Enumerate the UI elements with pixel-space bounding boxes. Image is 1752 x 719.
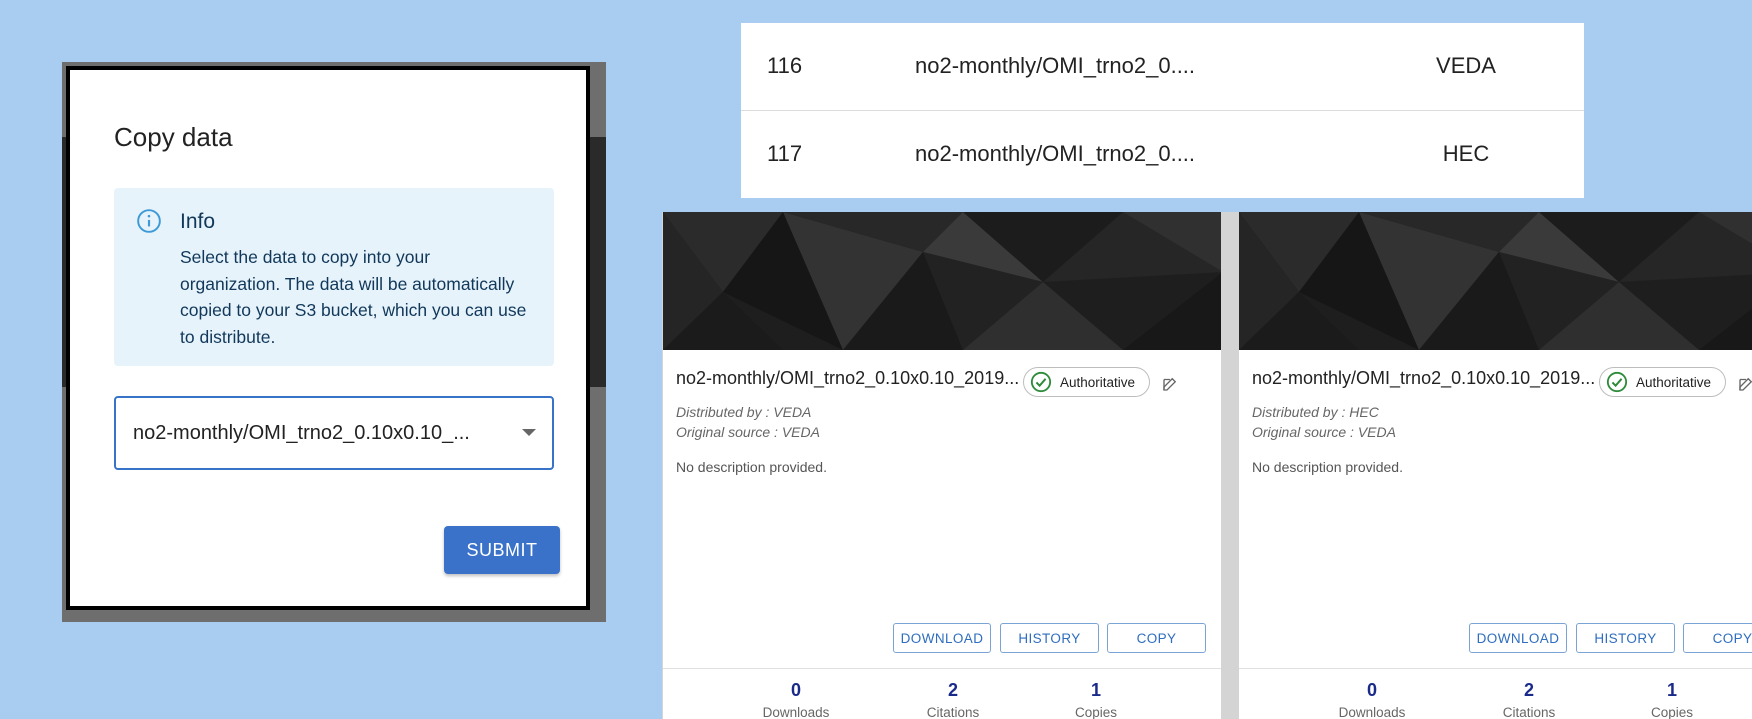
distributed-by: Distributed by : VEDA <box>676 404 812 420</box>
copy-data-dialog: Copy data Info Select the data to copy i… <box>66 66 590 610</box>
copies-label: Copies <box>1650 705 1694 719</box>
row-distributor: HEC <box>1442 141 1490 166</box>
copy-button[interactable]: COPY <box>1107 623 1206 653</box>
submit-button[interactable]: SUBMIT <box>444 526 560 574</box>
modal-backdrop: Copy data Info Select the data to copy i… <box>62 62 606 622</box>
row-dataset-name: no2-monthly/OMI_trno2_0.... <box>915 141 1196 166</box>
downloads-count: 0 <box>1366 680 1377 700</box>
citations-label: Citations <box>926 705 980 719</box>
distributed-by: Distributed by : HEC <box>1252 404 1379 420</box>
download-button[interactable]: DOWNLOAD <box>1469 623 1567 653</box>
citations-count: 2 <box>947 680 958 700</box>
row-distributor: VEDA <box>1436 53 1496 78</box>
card-divider <box>1239 668 1752 669</box>
check-circle-icon <box>1030 371 1052 393</box>
card-title[interactable]: no2-monthly/OMI_trno2_0.10x0.10_2019... <box>676 368 1019 389</box>
info-title: Info <box>180 210 216 233</box>
downloads-count: 0 <box>790 680 801 700</box>
card-banner-image <box>1239 212 1752 350</box>
downloads-label: Downloads <box>762 705 830 719</box>
badge-label: Authoritative <box>1060 374 1136 390</box>
copies-label: Copies <box>1074 705 1118 719</box>
dataset-card: no2-monthly/OMI_trno2_0.10x0.10_2019... … <box>663 212 1221 719</box>
copies-count: 1 <box>1090 680 1101 700</box>
history-button[interactable]: HISTORY <box>1000 623 1099 653</box>
dataset-select-value: no2-monthly/OMI_trno2_0.10x0.10_... <box>133 422 470 444</box>
info-alert: Info Select the data to copy into your o… <box>114 188 554 366</box>
dataset-card: no2-monthly/OMI_trno2_0.10x0.10_2019... … <box>1239 212 1752 719</box>
copy-button[interactable]: COPY <box>1683 623 1752 653</box>
edit-icon[interactable] <box>1737 375 1752 393</box>
card-description: No description provided. <box>1252 459 1403 475</box>
row-dataset-name: no2-monthly/OMI_trno2_0.... <box>915 53 1196 78</box>
downloads-label: Downloads <box>1338 705 1406 719</box>
card-banner-image <box>663 212 1221 350</box>
download-button[interactable]: DOWNLOAD <box>893 623 991 653</box>
chevron-down-icon[interactable] <box>522 429 536 436</box>
table-row[interactable]: 116 no2-monthly/OMI_trno2_0.... VEDA <box>741 23 1584 111</box>
citations-label: Citations <box>1502 705 1556 719</box>
check-circle-icon <box>1606 371 1628 393</box>
row-id: 116 <box>767 53 803 78</box>
edit-icon[interactable] <box>1161 375 1179 393</box>
copies-count: 1 <box>1666 680 1677 700</box>
card-divider <box>663 668 1221 669</box>
original-source: Original source : VEDA <box>1252 424 1396 440</box>
info-icon <box>137 209 161 233</box>
table-row[interactable]: 117 no2-monthly/OMI_trno2_0.... HEC <box>741 111 1584 198</box>
info-text: Select the data to copy into your organi… <box>180 247 527 347</box>
card-title[interactable]: no2-monthly/OMI_trno2_0.10x0.10_2019... <box>1252 368 1595 389</box>
authoritative-badge: Authoritative <box>1599 367 1727 397</box>
authoritative-badge: Authoritative <box>1023 367 1151 397</box>
dataset-select[interactable]: no2-monthly/OMI_trno2_0.10x0.10_... <box>114 396 554 470</box>
dialog-title: Copy data <box>114 122 233 152</box>
history-button[interactable]: HISTORY <box>1576 623 1675 653</box>
card-description: No description provided. <box>676 459 827 475</box>
citations-count: 2 <box>1523 680 1534 700</box>
data-table: 116 no2-monthly/OMI_trno2_0.... VEDA 117… <box>741 23 1584 198</box>
badge-label: Authoritative <box>1636 374 1712 390</box>
row-id: 117 <box>767 141 803 166</box>
original-source: Original source : VEDA <box>676 424 820 440</box>
